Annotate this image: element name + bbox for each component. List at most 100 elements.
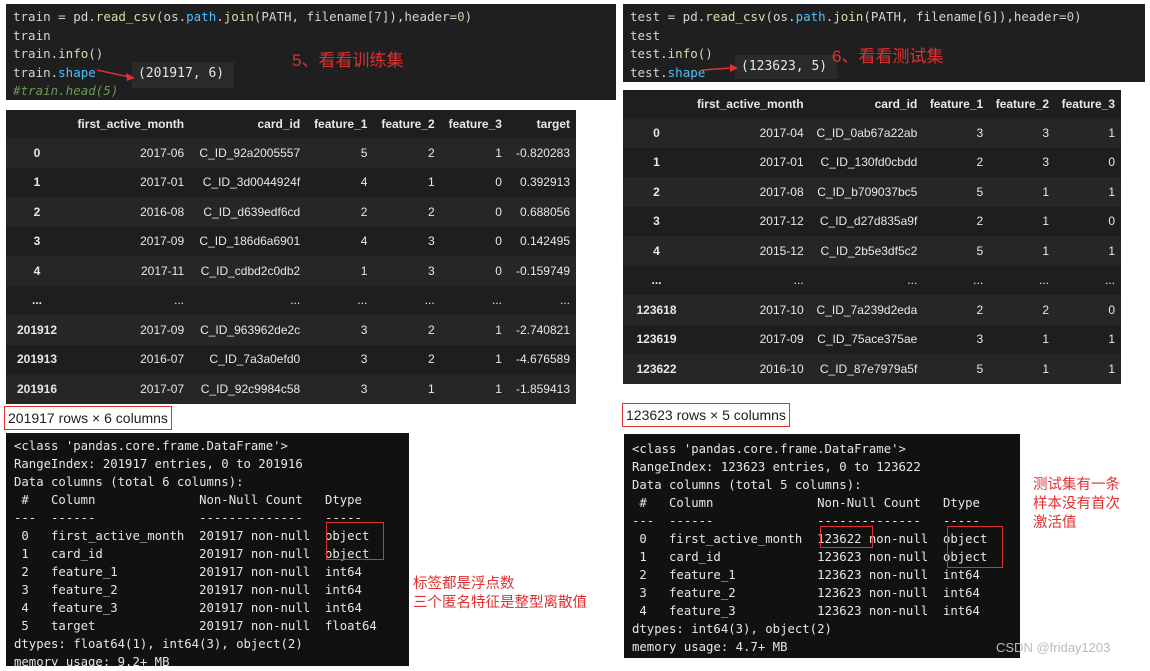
row-index-cell: 3 (623, 206, 690, 236)
row-index-cell: 3 (6, 226, 68, 256)
table-cell: 3 (306, 315, 374, 345)
info-line: <class 'pandas.core.frame.DataFrame'> (14, 439, 288, 453)
code-line-read-csv: train = pd.read_csv(os.path.join(PATH, f… (13, 9, 473, 24)
train-dataframe-table: first_active_month card_id feature_1 fea… (6, 110, 576, 404)
table-cell: 3 (373, 226, 441, 256)
table-cell: 2017-01 (68, 167, 191, 197)
table-cell: 3 (306, 374, 374, 404)
column-header (6, 110, 68, 138)
table-cell: C_ID_7a3a0efd0 (190, 344, 307, 374)
table-cell: 3 (923, 118, 990, 148)
table-cell: 5 (306, 138, 374, 168)
train-row-count: 201917 rows × 6 columns (4, 406, 172, 430)
row-index-cell: 201912 (6, 315, 68, 345)
table-cell: 2016-07 (68, 344, 191, 374)
table-cell: C_ID_75ace375ae (809, 324, 924, 354)
info-line: 4 feature_3 123623 non-null int64 (632, 604, 988, 618)
code-line-read-csv: test = pd.read_csv(os.path.join(PATH, fi… (630, 9, 1082, 24)
table-row: 4 2015-12 C_ID_2b5e3df5c2 5 1 1 (623, 236, 1121, 266)
test-annotation: 6、看看测试集 (832, 47, 944, 66)
column-header: feature_3 (1061, 97, 1115, 111)
row-index-cell: 201916 (6, 374, 68, 404)
test-note-line1: 测试集有一条 (1033, 477, 1120, 493)
info-line: dtypes: int64(3), object(2) (632, 622, 832, 636)
row-index-cell: 123619 (623, 324, 690, 354)
test-arrow (701, 64, 738, 72)
table-cell: 3 (989, 118, 1056, 148)
table-cell: 2017-01 (690, 147, 810, 177)
table-cell: ... (507, 285, 576, 315)
column-header: card_id (874, 97, 918, 111)
table-row: 201912 2017-09 C_ID_963962de2c 3 2 1 -2.740821 (6, 315, 576, 345)
table-cell: 5 (923, 354, 990, 384)
column-header: feature_1 (929, 97, 984, 111)
row-index-cell: 2 (623, 177, 690, 207)
column-header: first_active_month (696, 97, 804, 111)
table-cell: 3 (989, 147, 1056, 177)
table-cell: ... (923, 265, 990, 295)
info-line: RangeIndex: 123623 entries, 0 to 123622 (632, 460, 921, 474)
table-cell: 2017-04 (690, 118, 810, 148)
table-cell: 1 (989, 324, 1056, 354)
table-row: 0 2017-04 C_ID_0ab67a22ab 3 3 1 (623, 118, 1121, 148)
table-cell: 1 (989, 206, 1056, 236)
column-header: feature_2 (381, 117, 435, 131)
table-row: 3 2017-09 C_ID_186d6a6901 4 3 0 0.142495 (6, 226, 576, 256)
table-row: 1 2017-01 C_ID_130fd0cbdd 2 3 0 (623, 147, 1121, 177)
table-cell: -4.676589 (507, 344, 576, 374)
table-cell: 1 (1055, 324, 1121, 354)
table-cell: C_ID_d27d835a9f (809, 206, 924, 236)
table-cell: 1 (1055, 354, 1121, 384)
table-cell: 0 (1055, 295, 1121, 325)
table-cell: 1 (440, 315, 508, 345)
table-cell: 2016-08 (68, 197, 191, 227)
code-line-train: train (13, 27, 51, 43)
train-shape-output: (201917, 6) (132, 62, 234, 88)
table-row: ..................... (6, 285, 576, 315)
table-cell: C_ID_3d0044924f (190, 167, 307, 197)
table-cell: C_ID_0ab67a22ab (809, 118, 924, 148)
test-dataframe-table: first_active_month card_id feature_1 fea… (623, 90, 1121, 384)
table-cell: ... (809, 265, 924, 295)
table-cell: 1 (373, 374, 441, 404)
table-cell: 2 (923, 206, 990, 236)
table-cell: C_ID_92a2005557 (190, 138, 307, 168)
table-cell: 2017-09 (68, 226, 191, 256)
table-cell: C_ID_b709037bc5 (809, 177, 924, 207)
table-cell: 0.688056 (507, 197, 576, 227)
table-cell: -1.859413 (507, 374, 576, 404)
test-nonnull-highlight (820, 526, 873, 548)
table-cell: ... (68, 285, 191, 315)
table-cell: ... (440, 285, 508, 315)
info-line: 3 feature_2 201917 non-null int64 (14, 583, 377, 597)
row-index-cell: 0 (623, 118, 690, 148)
table-cell: 5 (923, 236, 990, 266)
table-cell: 1 (306, 256, 374, 286)
table-cell: ... (306, 285, 374, 315)
table-cell: 3 (923, 324, 990, 354)
info-line: 5 target 201917 non-null float64 (14, 619, 377, 633)
table-cell: C_ID_92c9984c58 (190, 374, 307, 404)
train-note-line1: 标签都是浮点数 (413, 576, 515, 592)
test-note: 测试集有一条 样本没有首次 激活值 (1033, 476, 1120, 533)
table-cell: 2017-10 (690, 295, 810, 325)
train-note: 标签都是浮点数 三个匿名特征是整型离散值 (413, 575, 587, 613)
table-cell: ... (190, 285, 307, 315)
row-index-cell: 1 (6, 167, 68, 197)
info-line: <class 'pandas.core.frame.DataFrame'> (632, 442, 906, 456)
table-cell: 2 (373, 138, 441, 168)
table-cell: 2017-08 (690, 177, 810, 207)
row-index-cell: ... (6, 285, 68, 315)
table-cell: ... (989, 265, 1056, 295)
table-cell: 1 (989, 236, 1056, 266)
table-header-row: first_active_month card_id feature_1 fea… (6, 110, 576, 138)
row-index-cell: ... (623, 265, 690, 295)
column-header (623, 90, 690, 118)
watermark: CSDN @friday1203 (996, 640, 1111, 655)
table-cell: 2017-11 (68, 256, 191, 286)
table-cell: -2.740821 (507, 315, 576, 345)
table-cell: C_ID_d639edf6cd (190, 197, 307, 227)
test-note-line2: 样本没有首次 (1033, 496, 1120, 512)
info-line: Data columns (total 5 columns): (632, 478, 862, 492)
table-cell: 0 (440, 226, 508, 256)
